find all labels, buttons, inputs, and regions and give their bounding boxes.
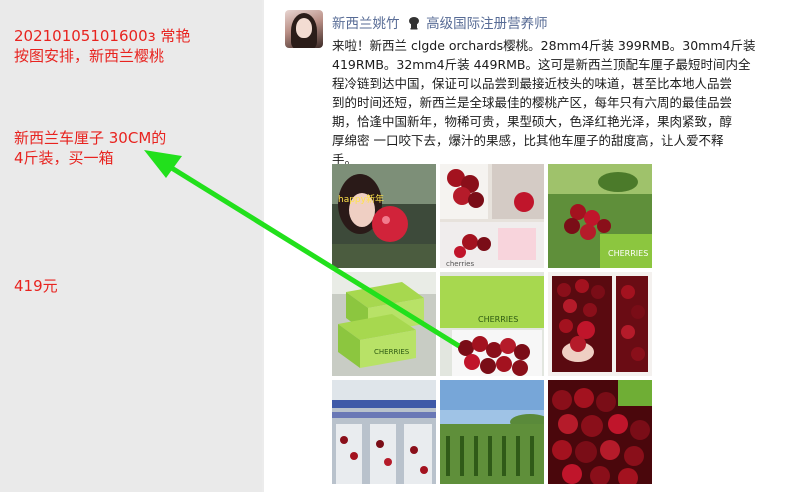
photo-caption: cherries (446, 260, 474, 268)
user-name[interactable]: 新西兰姚竹 (332, 16, 400, 32)
avatar-face (296, 18, 312, 38)
annotation-panel: 20210105101600з 常艳 按图安排，新西兰樱桃 新西兰车厘子 30C… (0, 0, 262, 492)
user-title: 高级国际注册营养师 (426, 16, 548, 32)
post-text-line: 厚绵密 一口咬下去，爆汁的果感，比其他车厘子的甜度高，让人爱不释 (332, 133, 724, 148)
post-text-line: 来啦！新西兰 clgde orchards樱桃。28mm4斤装 399RMB。3… (332, 38, 756, 53)
product-quantity: 4斤装，买一箱 (14, 149, 114, 167)
order-note: 20210105101600з 常艳 按图安排，新西兰樱桃 (14, 26, 254, 66)
post-text-line: 程冷链到达中国，保证可以品尝到最接近枝头的味道，甚至比本地人品尝 (332, 76, 733, 91)
photo-cherry-trays[interactable] (548, 272, 652, 376)
price-note: 419元 (14, 277, 58, 295)
order-id-and-name: 20210105101600з 常艳 (14, 27, 191, 45)
photo-cherries-on-tree[interactable]: CHERRIES (548, 164, 652, 268)
moments-post: 新西兰姚竹 高级国际注册营养师 来啦！新西兰 clgde orchards樱桃。… (264, 0, 788, 492)
photo-green-boxes-stack[interactable]: CHERRIES (332, 272, 436, 376)
product-note: 新西兰车厘子 30CM的 4斤装，买一箱 (14, 128, 254, 168)
post-text: 来啦！新西兰 clgde orchards樱桃。28mm4斤装 399RMB。3… (332, 36, 772, 169)
post-text-line: 到的时间还短，新西兰是全球最佳的樱桃产区，每年只有六周的最佳品尝 (332, 95, 733, 110)
photo-caption: CHERRIES (478, 315, 518, 324)
photo-packing-facility[interactable] (332, 380, 436, 484)
chef-hat-icon (408, 17, 419, 30)
product-spec: 新西兰车厘子 30CM的 (14, 129, 167, 147)
photo-woman-with-cherry[interactable]: happy新年 (332, 164, 436, 268)
post-text-line: 期，恰逢中国新年，物稀可贵，果型硕大，色泽红艳光泽，果肉紧致，醇 (332, 114, 733, 129)
photo-cherry-closeup[interactable] (548, 380, 652, 484)
photo-caption: happy新年 (338, 193, 384, 205)
photo-caption: CHERRIES (374, 348, 410, 356)
photo-orchard-landscape[interactable] (440, 380, 544, 484)
avatar[interactable] (285, 10, 323, 48)
photo-caption: CHERRIES (608, 249, 648, 258)
photo-cherry-box-handheld[interactable]: cherries (440, 164, 544, 268)
photo-green-box-open[interactable]: CHERRIES (440, 272, 544, 376)
post-header: 新西兰姚竹 高级国际注册营养师 (332, 12, 548, 32)
post-text-line: 419RMB。32mm4斤装 449RMB。这可是新西兰顶配车厘子最短时间内全 (332, 57, 751, 72)
order-instruction: 按图安排，新西兰樱桃 (14, 47, 165, 65)
